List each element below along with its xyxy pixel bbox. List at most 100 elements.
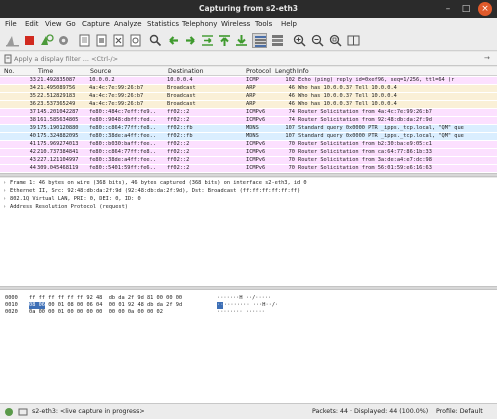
packet-row[interactable]: 43 227.121104997 fe80::38de:a4ff:fee.. ff02… [0, 157, 497, 164]
packet-row[interactable]: 44 309.045468119 fe80::5401:59ff:fe6.. ff02… [0, 165, 497, 172]
packet-row[interactable]: 41 175.969274013 fe80::b030:baff:fee.. ff02… [0, 141, 497, 148]
menu-wireless[interactable]: Wireless [221, 20, 250, 28]
column-header-protocol[interactable]: Protocol [246, 68, 271, 75]
detail-row-vlan[interactable]: › 802.1Q Virtual LAN, PRI: 0, DEI: 0, ID:… [3, 196, 141, 203]
go-first-icon[interactable] [217, 33, 232, 48]
column-header-destination[interactable]: Destination [168, 68, 204, 75]
menu-edit[interactable]: Edit [25, 20, 39, 28]
display-filter-bar: → [0, 52, 497, 66]
filter-apply-arrow-icon[interactable]: → [484, 54, 490, 62]
packet-time: 23.537365249 [37, 101, 76, 107]
packet-protocol: ICMPv6 [246, 157, 266, 163]
maximize-icon[interactable]: □ [459, 2, 473, 16]
minimize-icon[interactable]: – [441, 2, 455, 16]
packet-row[interactable]: 39 175.190120880 fe80::c864:77ff:fe8.. ff02… [0, 125, 497, 132]
packet-length: 46 [288, 85, 295, 91]
detail-row-frame[interactable]: › Frame 1: 46 bytes on wire (368 bits), 4… [3, 180, 307, 187]
packet-row[interactable]: 35 22.512829183 4a:4c:7e:99:26:b7 Broadcast… [0, 93, 497, 100]
packet-destination: ff02::2 [167, 165, 190, 171]
save-file-icon[interactable] [94, 33, 109, 48]
packet-row[interactable]: 38 161.585634805 fe80::9048:dbff:fed.. ff02… [0, 117, 497, 124]
open-file-icon[interactable] [77, 33, 92, 48]
packet-time: 175.324882095 [37, 133, 79, 139]
resize-columns-icon[interactable] [346, 33, 361, 48]
detail-row-arp[interactable]: › Address Resolution Protocol (request) [3, 204, 128, 211]
bookmark-filter-icon[interactable] [3, 54, 13, 64]
packet-source: 4a:4c:7e:99:26:b7 [89, 101, 144, 107]
go-to-packet-icon[interactable] [200, 33, 215, 48]
pane-splitter-top[interactable] [0, 173, 497, 177]
packet-time: 227.121104997 [37, 157, 79, 163]
menu-statistics[interactable]: Statistics [147, 20, 179, 28]
packet-protocol: ICMP [246, 77, 259, 83]
autoscroll-icon[interactable] [252, 33, 267, 48]
detail-text: Address Resolution Protocol (request) [10, 204, 128, 210]
shark-fin-icon[interactable] [5, 33, 20, 48]
packet-length: 74 [288, 109, 295, 115]
packet-protocol: ICMPv6 [246, 109, 266, 115]
packet-bytes: 0000 ff ff ff ff ff ff 92 48 db da 2f 9d… [0, 290, 497, 403]
packet-time: 21.492835087 [37, 77, 76, 83]
reload-icon[interactable] [128, 33, 143, 48]
status-bar: s2-eth3: <live capture in progress> Pack… [0, 403, 497, 419]
packet-length: 107 [285, 133, 295, 139]
menu-help[interactable]: Help [281, 20, 297, 28]
packet-length: 70 [288, 141, 295, 147]
packet-destination: ff02::2 [167, 141, 190, 147]
find-packet-icon[interactable] [148, 33, 163, 48]
menu-view[interactable]: View [45, 20, 62, 28]
menu-capture[interactable]: Capture [82, 20, 110, 28]
packet-row[interactable]: 42 210.737384841 fe80::c864:77ff:fe8.. ff02… [0, 149, 497, 156]
menu-analyze[interactable]: Analyze [114, 20, 142, 28]
options-gear-icon[interactable] [56, 33, 71, 48]
zoom-in-icon[interactable] [292, 33, 307, 48]
column-header-source[interactable]: Source [90, 68, 111, 75]
packet-list-header: No. Time Source Destination Protocol Len… [0, 67, 497, 76]
bytes-ascii-highlight: ·· [217, 302, 224, 309]
go-forward-icon[interactable] [183, 33, 198, 48]
display-filter-input[interactable] [14, 54, 484, 64]
restart-icon[interactable] [39, 33, 54, 48]
packet-length: 70 [288, 165, 295, 171]
packet-row[interactable]: 36 23.537365249 4a:4c:7e:99:26:b7 Broadcast… [0, 101, 497, 108]
packet-row[interactable]: 34 21.495089756 4a:4c:7e:99:26:b7 Broadcast… [0, 85, 497, 92]
packet-row[interactable]: 40 175.324882095 fe80::38de:a4ff:fee.. ff02… [0, 133, 497, 140]
zoom-out-icon[interactable] [310, 33, 325, 48]
packet-row[interactable]: 33 21.492835087 10.0.0.2 10.0.0.4 ICMP 102 Ech… [0, 77, 497, 84]
status-profile[interactable]: Profile: Default [436, 408, 483, 415]
normal-size-icon[interactable] [328, 33, 343, 48]
stop-icon[interactable] [22, 33, 37, 48]
detail-row-ethernet[interactable]: › Ethernet II, Src: 92:48:db:da:2f:9d (92… [3, 188, 300, 195]
close-window-icon[interactable]: × [478, 2, 492, 16]
bytes-ascii: ········ ······ [217, 309, 265, 315]
packet-details: › Frame 1: 46 bytes on wire (368 bits), 4… [0, 178, 497, 286]
packet-destination: ff02::fb [167, 125, 193, 131]
packet-info: Who has 10.0.0.3? Tell 10.0.0.4 [298, 101, 397, 107]
capture-comment-icon[interactable] [18, 407, 28, 417]
packet-row[interactable]: 37 145.201042287 fe80::484c:7eff:fe9.. ff02… [0, 109, 497, 116]
packet-info: Router Solicitation from 56:01:59:e6:16:… [298, 165, 432, 171]
packet-protocol: ICMPv6 [246, 117, 266, 123]
colorize-icon[interactable] [270, 33, 285, 48]
menu-file[interactable]: File [5, 20, 17, 28]
menu-telephony[interactable]: Telephony [182, 20, 217, 28]
packet-protocol: ARP [246, 93, 256, 99]
column-header-length[interactable]: Length [275, 68, 296, 75]
column-header-info[interactable]: Info [297, 68, 309, 75]
bytes-row[interactable]: 0010 08 06 00 01 08 00 06 04 00 01 92 48… [5, 302, 278, 309]
menu-bar: File Edit View Go Capture Analyze Statis… [0, 18, 497, 30]
column-header-time[interactable]: Time [38, 68, 53, 75]
menu-go[interactable]: Go [66, 20, 76, 28]
menu-tools[interactable]: Tools [255, 20, 272, 28]
packet-source: fe80::c864:77ff:fe8.. [89, 125, 156, 131]
bytes-row[interactable]: 0020 0a 00 00 01 00 00 00 00 00 00 0a 00… [5, 309, 265, 316]
packet-destination: Broadcast [167, 93, 196, 99]
close-file-icon[interactable] [111, 33, 126, 48]
go-last-icon[interactable] [234, 33, 249, 48]
packet-protocol: ARP [246, 101, 256, 107]
bytes-row[interactable]: 0000 ff ff ff ff ff ff 92 48 db da 2f 9d… [5, 295, 271, 302]
capture-status-icon [5, 408, 13, 416]
column-header-no[interactable]: No. [4, 68, 14, 75]
go-back-icon[interactable] [166, 33, 181, 48]
bytes-offset: 0020 [5, 309, 18, 315]
